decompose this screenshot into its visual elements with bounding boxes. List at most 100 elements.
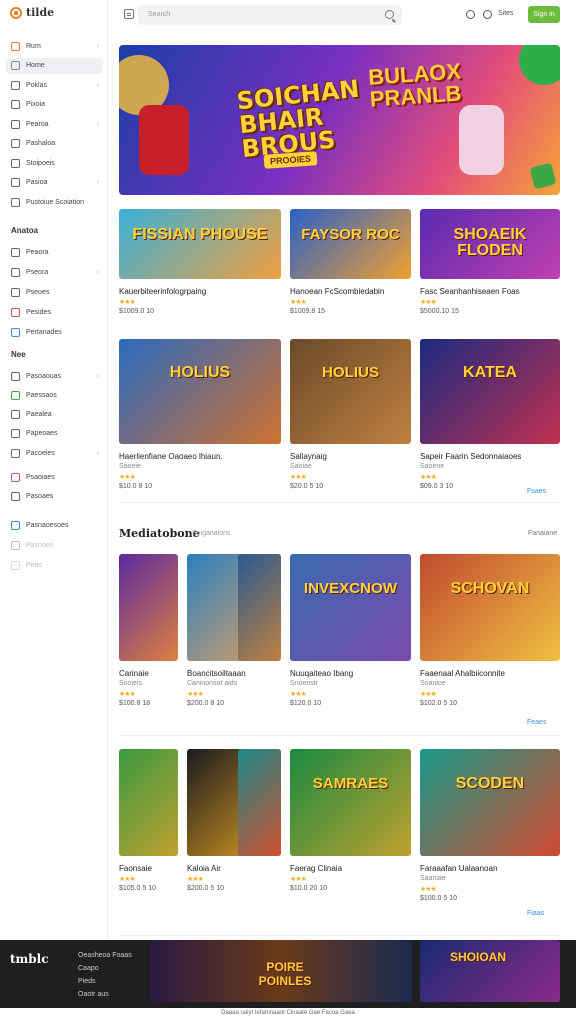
app-logo[interactable]: tilde (10, 6, 54, 19)
hero-banner[interactable]: SOICHAN BHAIR BROUS BULAOX PRANLB PROOIE… (119, 45, 560, 195)
sidebar-item[interactable]: Pixoia (6, 97, 103, 113)
search-icon[interactable] (385, 10, 394, 19)
game-card-title[interactable]: Boancitsoiltaaan (187, 669, 246, 678)
section-link[interactable]: Fanaiane (528, 530, 557, 537)
sidebar-item[interactable]: Rum › (6, 38, 103, 54)
game-card-title[interactable]: Faonsaie (119, 864, 152, 873)
game-card-image[interactable]: SCHOVAN (420, 554, 560, 661)
sidebar-item[interactable]: Paessaos (6, 387, 103, 403)
footer-banner[interactable]: SHOIOAN (420, 940, 560, 1002)
game-card-image[interactable]: SAMRAES (290, 749, 411, 856)
sidebar-item[interactable]: Home (6, 57, 103, 74)
sidebar-item[interactable]: Pasioa › (6, 175, 103, 191)
sidebar-item[interactable]: Papeoaes (6, 426, 103, 442)
sites-link[interactable]: Sites (498, 10, 514, 17)
game-card-image[interactable]: HOLIUS (119, 339, 281, 444)
game-card-title[interactable]: Haerlienfiane Oaoaeo lhiaun. (119, 452, 223, 461)
sidebar-item[interactable]: Pasnoes (6, 537, 103, 553)
sidebar-item[interactable]: Pashaloa (6, 136, 103, 152)
rating-stars-icon: ★★★ (420, 886, 437, 893)
game-card-title[interactable]: Nuuqaiteao Ibang (290, 669, 353, 678)
game-card-image[interactable]: SCODEN (420, 749, 560, 856)
footer-link[interactable]: Caapo (78, 965, 99, 972)
game-card-title[interactable]: Hanoean FcScombiedabin (290, 287, 384, 296)
chevron-icon[interactable]: › (97, 179, 99, 186)
sidebar-item-icon (11, 520, 20, 530)
rating-stars-icon: ★★★ (290, 299, 307, 306)
footer-link[interactable]: Oeasheoa Foaas (78, 952, 132, 959)
search-bar[interactable]: Search (138, 5, 402, 25)
game-card-title[interactable]: Faerag Clinaia (290, 864, 342, 873)
sidebar-item-label: Pasioa (26, 179, 48, 186)
sidebar-item[interactable]: Pertanades (6, 324, 103, 340)
game-card-subtitle: Caninonsot aids (187, 680, 238, 687)
chevron-icon[interactable]: › (97, 269, 99, 276)
game-card-image[interactable] (119, 554, 178, 661)
game-card-art-title: SHOAEIK FLODEN (453, 225, 527, 259)
sidebar-item[interactable]: Pacoeies › (6, 445, 103, 461)
footer-logo[interactable]: tmblc (10, 952, 49, 966)
sidebar-item[interactable]: Stoipoeis (6, 155, 103, 171)
game-card-image[interactable] (119, 749, 178, 856)
game-card-title[interactable]: Kaloia Air (187, 864, 221, 873)
sidebar-item-icon (11, 327, 20, 337)
sidebar-item[interactable]: Pasnaoesoes (6, 517, 103, 533)
footer-link[interactable]: Oaotr aus (78, 991, 109, 998)
sidebar-item-icon (11, 492, 20, 501)
more-link[interactable]: Fiaas (527, 910, 544, 917)
chevron-icon[interactable]: › (97, 121, 99, 128)
game-card-image[interactable]: HOLIUS (290, 339, 411, 444)
search-icon-secondary[interactable] (466, 10, 475, 19)
game-card-image[interactable]: SHOAEIK FLODEN (420, 209, 560, 279)
menu-icon[interactable] (124, 9, 134, 19)
sign-in-button[interactable]: Sign in (528, 6, 560, 23)
sidebar-item[interactable]: Psaoiaes (6, 469, 103, 485)
game-card-title[interactable]: Faraaafan Ualaanoan (420, 864, 497, 873)
settings-icon[interactable] (483, 10, 492, 19)
game-card-price: $20.0 5 10 (290, 483, 324, 490)
game-card-image[interactable]: FISSIAN PHOUSE (119, 209, 281, 279)
sidebar-item-label: Paealea (26, 411, 52, 419)
sidebar-item[interactable]: Pseora › (6, 264, 103, 280)
sidebar-item[interactable]: Poklas › (6, 77, 103, 93)
next-arrow-icon[interactable] (529, 162, 557, 190)
more-link[interactable]: Feaes (527, 719, 546, 726)
sidebar-item[interactable]: Peas (6, 557, 103, 573)
sidebar-item-icon (11, 540, 20, 550)
chevron-icon[interactable]: › (97, 43, 99, 50)
rating-stars-icon: ★★★ (420, 299, 437, 306)
sidebar-item[interactable]: Pasoaes (6, 489, 103, 505)
chevron-icon[interactable]: › (97, 373, 99, 380)
game-card-title[interactable]: Carinaie (119, 669, 149, 678)
chevron-icon[interactable]: › (97, 82, 99, 89)
footer-link[interactable]: Pieds (78, 978, 96, 985)
game-card-image[interactable]: KATEA (420, 339, 560, 444)
game-card-title[interactable]: Fasc Seanhanhiseaen Foas (420, 287, 520, 296)
sidebar-item[interactable]: Pearoa › (6, 116, 103, 132)
game-card-art-title: SCHOVAN (450, 579, 530, 597)
sidebar-item[interactable]: Pesides (6, 304, 103, 320)
search-input[interactable]: Search (148, 11, 170, 18)
game-card-title[interactable]: Faaenaal Ahalbiiconnite (420, 669, 505, 678)
sidebar-item[interactable]: Peaora (6, 244, 103, 260)
game-card-subtitle: Saoiae (290, 463, 312, 470)
sidebar-item[interactable]: Pasoaouas › (6, 368, 103, 384)
game-card-title[interactable]: Sallaynaig (290, 452, 327, 461)
game-card-image[interactable]: INVEXCNOW (290, 554, 411, 661)
sidebar-item[interactable]: Pustoiue Scoiation (6, 194, 103, 210)
game-card-image[interactable] (238, 749, 281, 856)
game-card-image[interactable] (238, 554, 281, 661)
sidebar-section-title[interactable]: Anatoa (11, 226, 38, 235)
sidebar-section-title[interactable]: Nee (11, 350, 26, 359)
sidebar-item[interactable]: Paealea (6, 407, 103, 423)
game-card-image[interactable]: FAYSOR ROC (290, 209, 411, 279)
game-card-title[interactable]: Sapeir Faarin Sedonnaiaoes (420, 452, 521, 461)
game-card-title[interactable]: Kauerbiteerinfologrpaing (119, 287, 206, 296)
game-card-art-title: SCODEN (455, 774, 525, 792)
hero-character (459, 105, 504, 175)
sidebar-item-icon (11, 560, 20, 570)
footer-banner[interactable]: POIRE POINLES (150, 940, 412, 1002)
more-link[interactable]: Fsaes (527, 488, 546, 495)
chevron-icon[interactable]: › (97, 450, 99, 457)
sidebar-item[interactable]: Pseoes (6, 284, 103, 300)
